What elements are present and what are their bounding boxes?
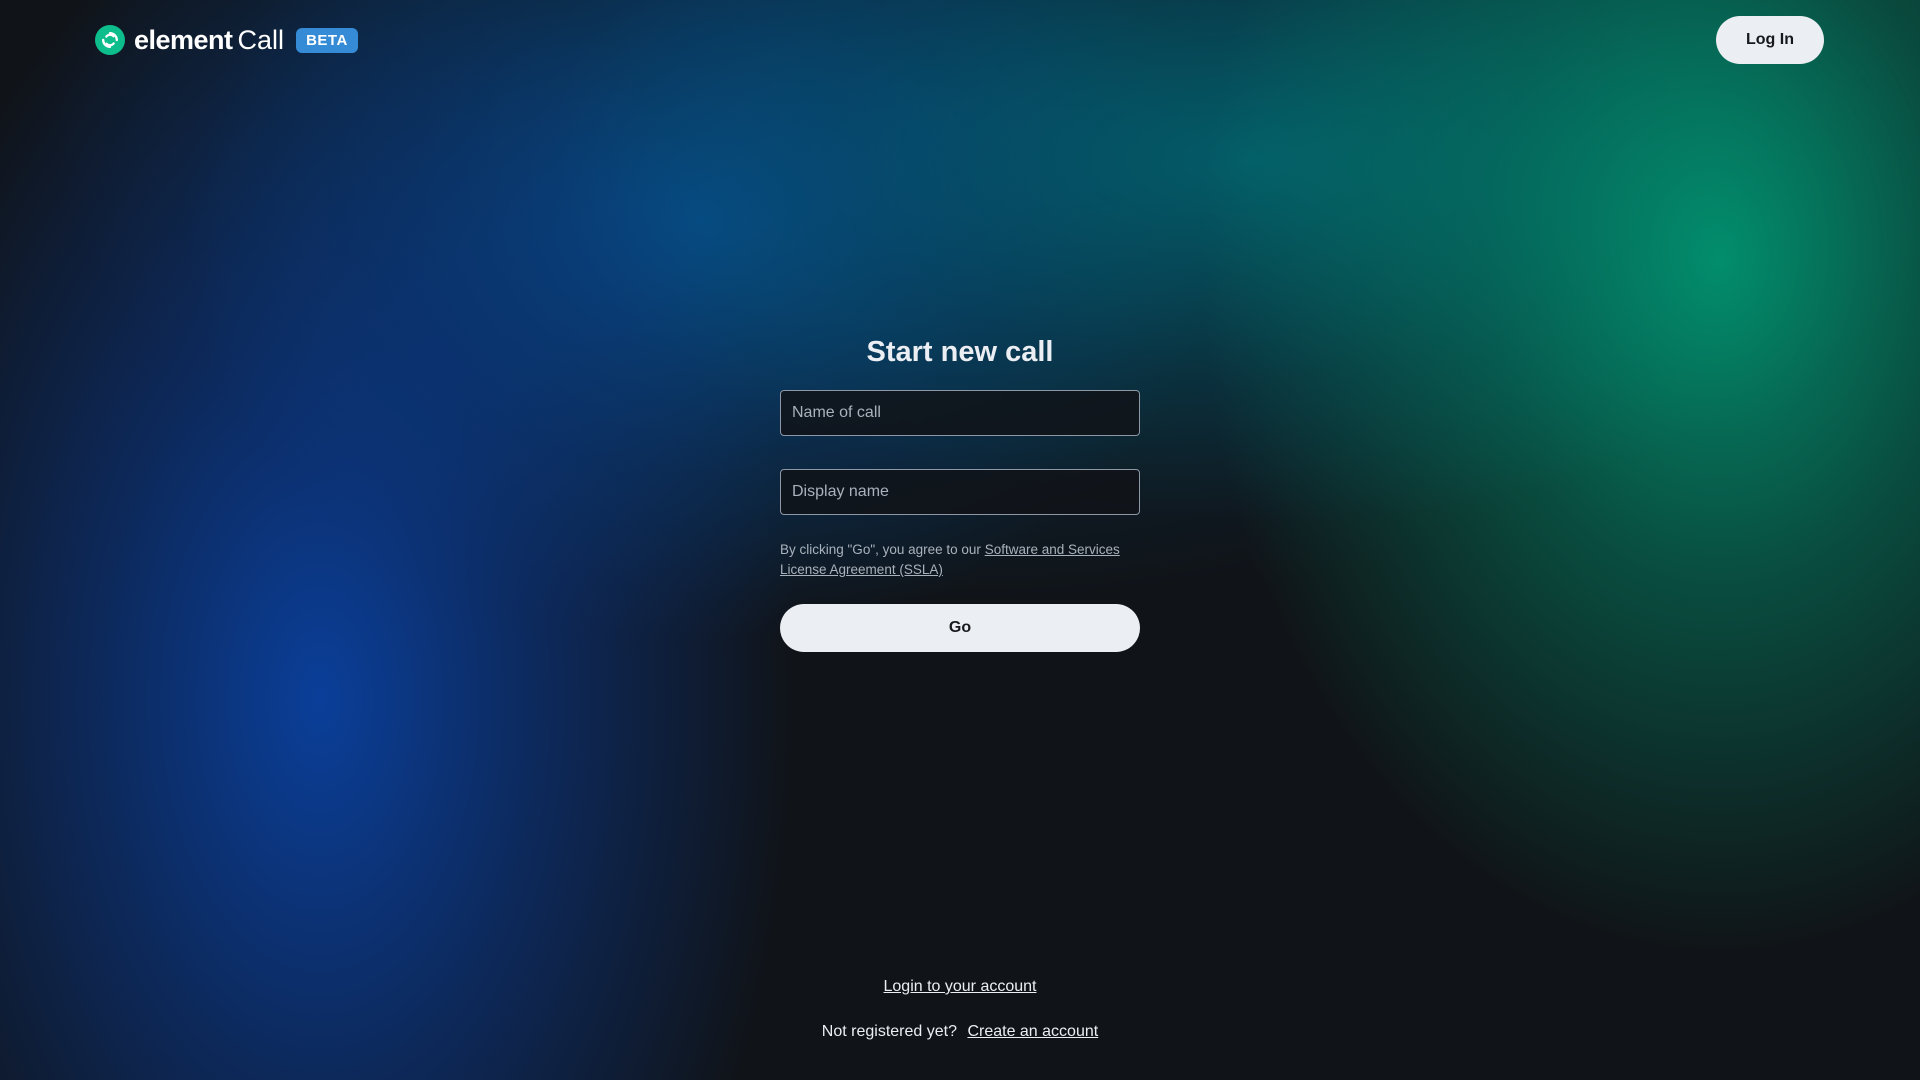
display-name-input[interactable] bbox=[780, 469, 1140, 515]
footer-login-row: Login to your account bbox=[0, 978, 1920, 996]
go-button[interactable]: Go bbox=[780, 604, 1140, 652]
logo-product-name: Call bbox=[237, 24, 285, 55]
terms-text: By clicking "Go", you agree to our bbox=[780, 542, 985, 557]
page-title: Start new call bbox=[866, 336, 1054, 368]
log-in-button[interactable]: Log In bbox=[1716, 16, 1824, 64]
terms-notice: By clicking "Go", you agree to our Softw… bbox=[780, 540, 1140, 580]
not-registered-text: Not registered yet? bbox=[821, 1023, 957, 1040]
app-logo[interactable]: element Call BETA bbox=[95, 24, 358, 56]
footer: Login to your account Not registered yet… bbox=[0, 978, 1920, 1041]
footer-register-row: Not registered yet? Create an account bbox=[0, 1023, 1920, 1041]
logo-wordmark: element bbox=[134, 24, 233, 55]
beta-badge: BETA bbox=[296, 27, 358, 53]
element-logo-icon bbox=[95, 25, 125, 55]
start-call-form: Start new call By clicking "Go", you agr… bbox=[780, 330, 1140, 652]
call-name-input[interactable] bbox=[780, 390, 1140, 436]
header: element Call BETA Log In bbox=[0, 0, 1920, 80]
create-account-link[interactable]: Create an account bbox=[967, 1023, 1098, 1040]
login-to-account-link[interactable]: Login to your account bbox=[884, 978, 1037, 995]
